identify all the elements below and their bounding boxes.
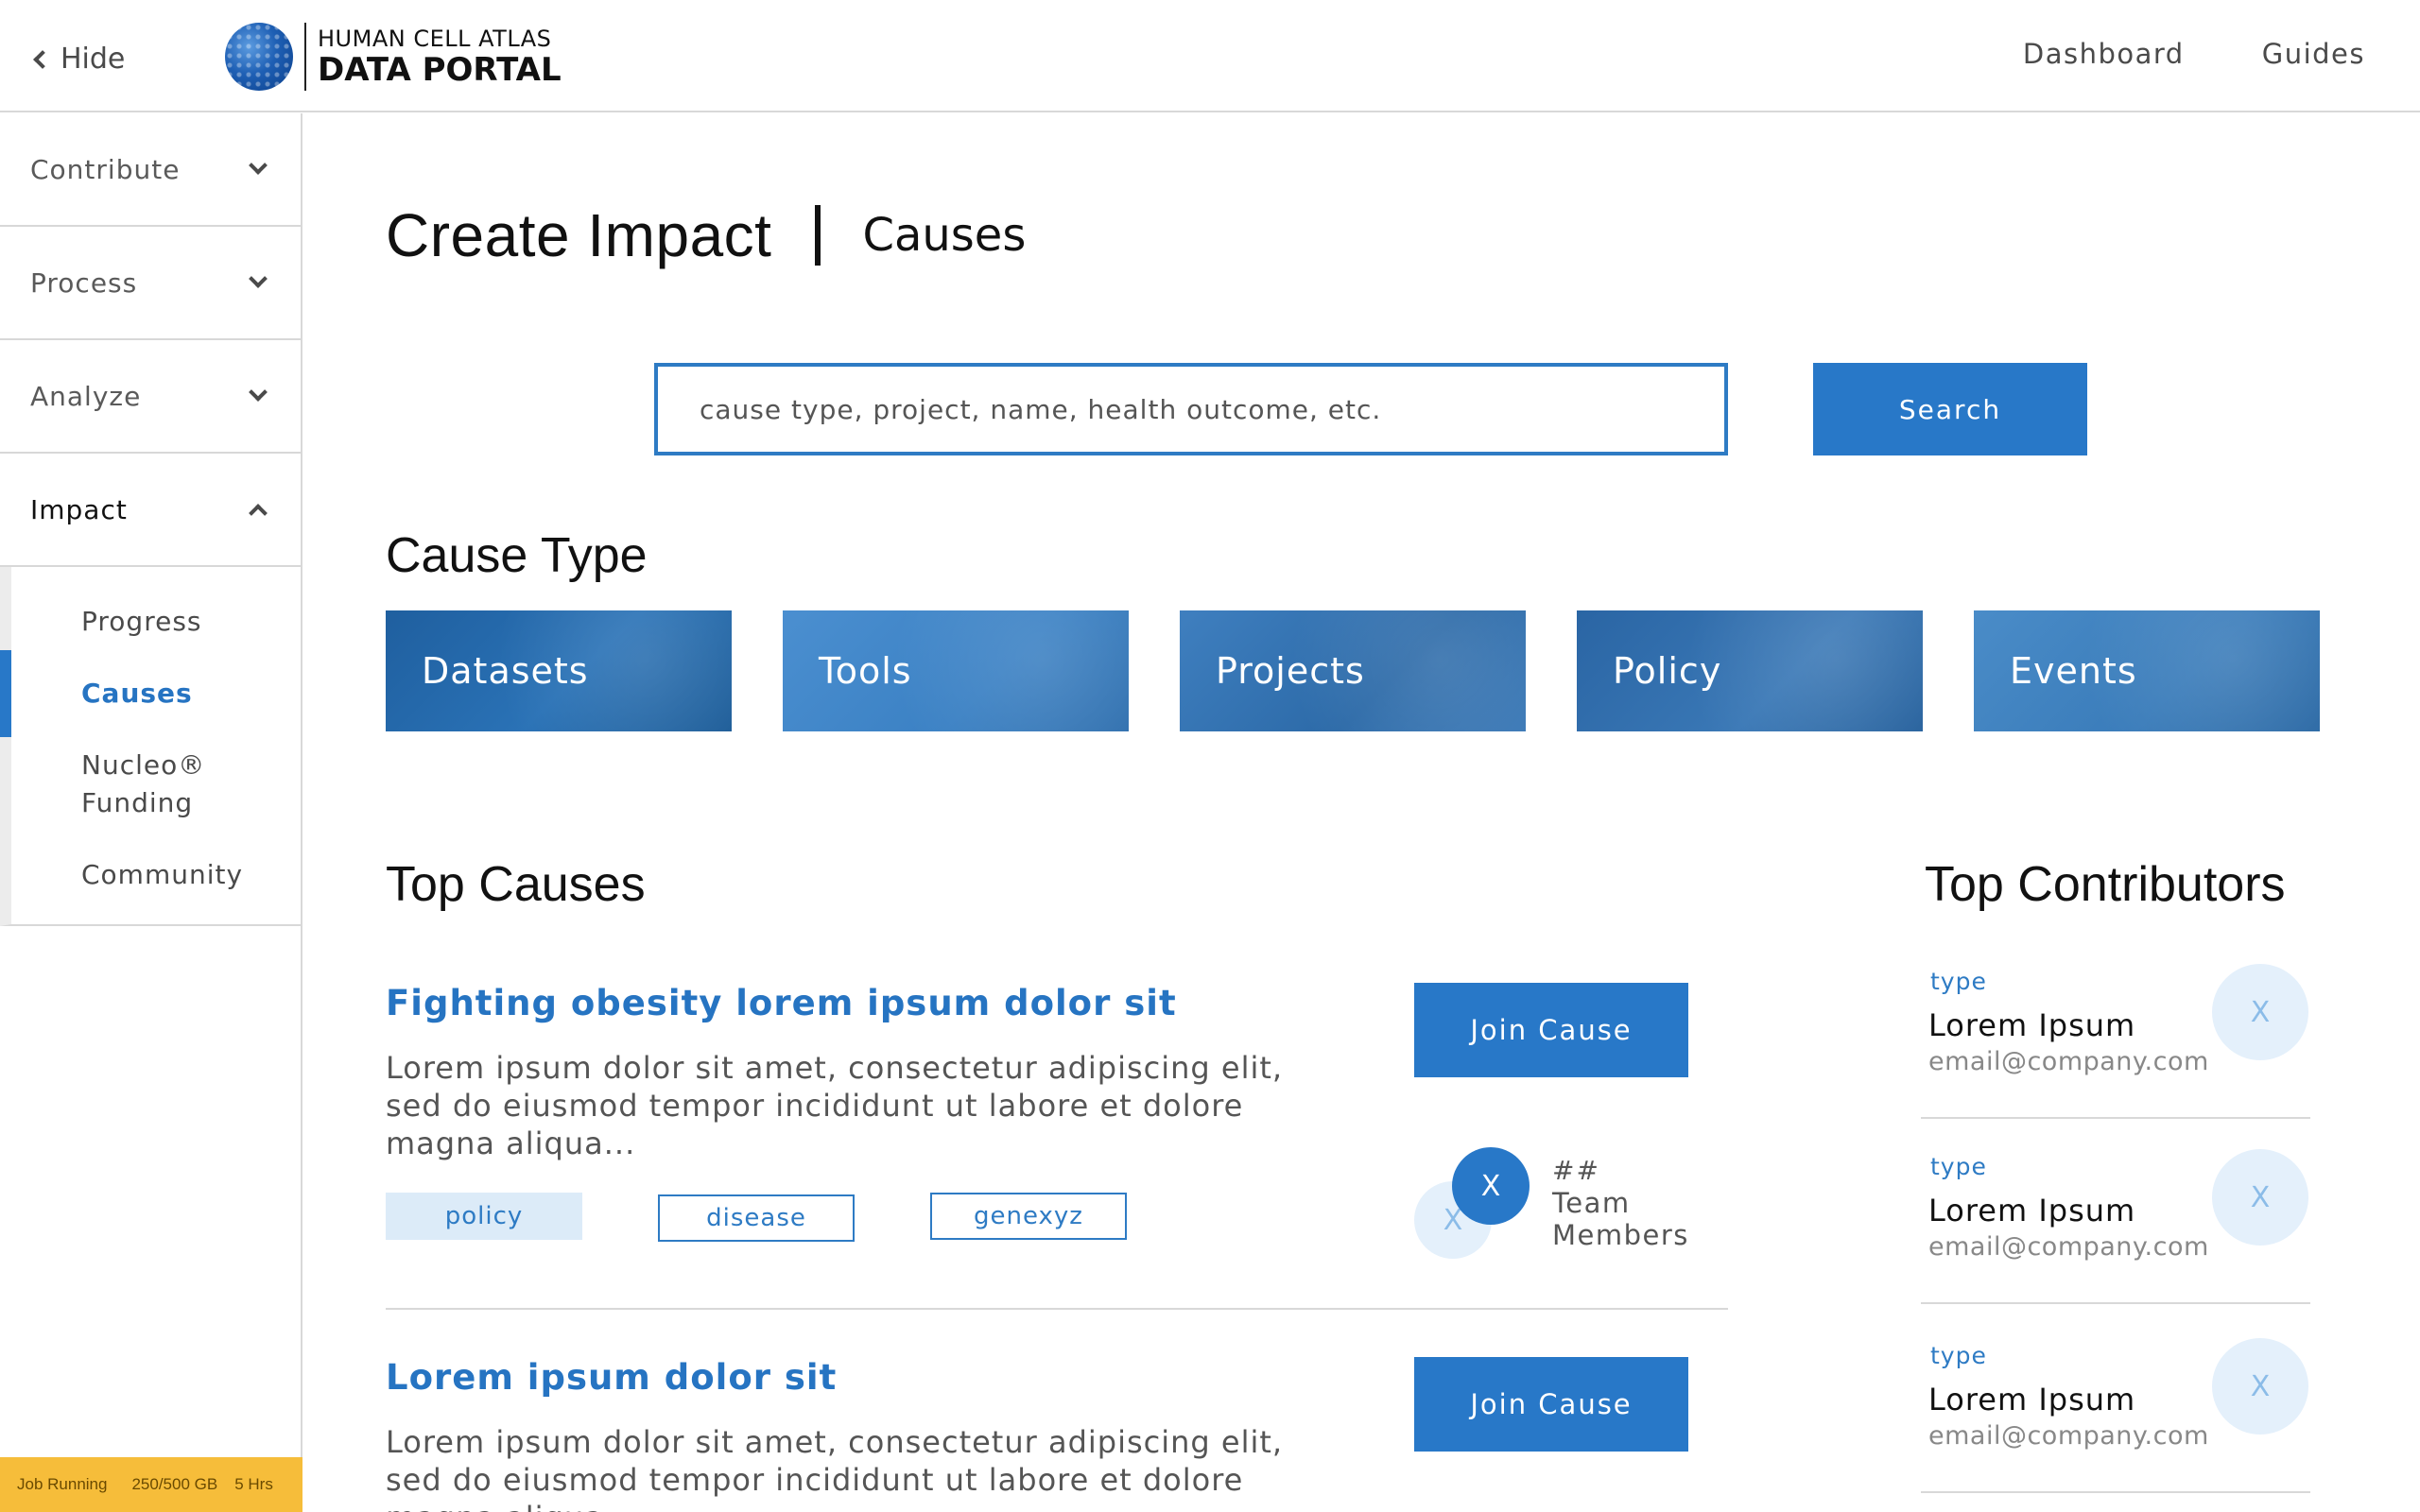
contributor-type: type [1930, 968, 1987, 995]
logo-text: HUMAN CELL ATLAS DATA PORTAL [318, 27, 562, 86]
tile-events[interactable]: Events [1974, 610, 2320, 731]
contributor-avatar[interactable]: X [2212, 1338, 2308, 1435]
contributor-divider [1921, 1302, 2310, 1304]
cause-title[interactable]: Lorem ipsum dolor sit [386, 1357, 837, 1398]
sidebar-item-contribute[interactable]: Contribute [0, 113, 301, 227]
tile-policy[interactable]: Policy [1577, 610, 1923, 731]
subnav-item-community[interactable]: Community [81, 856, 243, 894]
page-title-main: Create Impact [386, 201, 772, 269]
impact-subnav: Progress Causes Nucleo® Funding Communit… [0, 567, 301, 926]
cause-type-tiles: Datasets Tools Projects Policy Events [386, 610, 2320, 731]
cause-description-line: sed do eiusmod tempor incididunt ut labo… [386, 1088, 1244, 1124]
team-label-line: Members [1552, 1219, 1689, 1251]
cause-description: Lorem ipsum dolor sit amet, consectetur … [386, 1049, 1331, 1162]
chevron-down-icon [249, 156, 268, 175]
join-cause-button[interactable]: Join Cause [1414, 983, 1688, 1077]
sidebar-item-label: Impact [30, 493, 128, 525]
sidebar-item-impact[interactable]: Impact [0, 454, 301, 567]
contributor-email[interactable]: email@company.com [1928, 1232, 2209, 1262]
top-nav: Dashboard Guides [2023, 38, 2365, 70]
contributor-avatar[interactable]: X [2212, 1149, 2308, 1246]
subnav-item-progress[interactable]: Progress [81, 603, 202, 641]
tile-projects[interactable]: Projects [1180, 610, 1526, 731]
job-storage: 250/500 GB [131, 1475, 218, 1493]
tile-label: Events [2010, 650, 2137, 692]
chevron-up-icon [249, 504, 268, 523]
cause-description-line: magna aliqua... [386, 1125, 636, 1161]
tag-genexyz[interactable]: genexyz [930, 1193, 1127, 1240]
contributor-email[interactable]: email@company.com [1928, 1047, 2209, 1076]
top-header: Hide HUMAN CELL ATLAS DATA PORTAL Dashbo… [0, 0, 2420, 112]
tile-label: Policy [1613, 650, 1722, 692]
job-status-bar[interactable]: Job Running 250/500 GB 5 Hrs [0, 1457, 302, 1512]
cell-globe-icon [225, 23, 293, 91]
logo-line1: HUMAN CELL ATLAS [318, 26, 552, 52]
team-members-label: Team Members [1552, 1187, 1689, 1251]
cause-type-heading: Cause Type [386, 528, 648, 583]
job-time: 5 Hrs [234, 1475, 273, 1493]
sidebar-item-label: Analyze [30, 380, 142, 412]
contributor-name[interactable]: Lorem Ipsum [1928, 1193, 2135, 1228]
cause-description-line: Lorem ipsum dolor sit amet, consectetur … [386, 1424, 1284, 1460]
active-indicator [0, 650, 11, 737]
contributor-name[interactable]: Lorem Ipsum [1928, 1382, 2135, 1418]
team-avatar[interactable]: X [1452, 1147, 1530, 1225]
nav-dashboard-link[interactable]: Dashboard [2023, 38, 2185, 70]
search-button[interactable]: Search [1813, 363, 2087, 455]
job-status-label: Job Running [17, 1475, 108, 1493]
subnav-item-nucleo-funding[interactable]: Nucleo® Funding [81, 747, 251, 822]
contributor-type: type [1930, 1342, 1987, 1369]
top-causes-heading: Top Causes [386, 857, 646, 912]
page-subtitle: Causes [862, 209, 1027, 262]
top-contributors-heading: Top Contributors [1925, 857, 2286, 912]
chevron-down-icon [249, 269, 268, 288]
subnav-item-causes[interactable]: Causes [81, 675, 193, 713]
cause-description-line: Lorem ipsum dolor sit amet, consectetur … [386, 1050, 1284, 1086]
sidebar-item-label: Contribute [30, 153, 181, 185]
tile-label: Datasets [422, 650, 589, 692]
sidebar-item-process[interactable]: Process [0, 227, 301, 340]
cause-divider [386, 1308, 1728, 1310]
sidebar-item-label: Process [30, 266, 138, 299]
sidebar-item-analyze[interactable]: Analyze [0, 340, 301, 454]
tile-label: Projects [1216, 650, 1365, 692]
logo-line2: DATA PORTAL [318, 51, 562, 89]
tag-disease[interactable]: disease [658, 1194, 855, 1242]
join-cause-button[interactable]: Join Cause [1414, 1357, 1688, 1452]
tag-policy[interactable]: policy [386, 1193, 582, 1240]
contributor-divider [1921, 1117, 2310, 1119]
chevron-down-icon [249, 383, 268, 402]
contributor-email[interactable]: email@company.com [1928, 1421, 2209, 1451]
cause-description-line: magna aliqua... [386, 1499, 1331, 1512]
tile-datasets[interactable]: Datasets [386, 610, 732, 731]
search-input[interactable] [654, 363, 1728, 455]
team-member-count: ## [1552, 1155, 1600, 1186]
cause-description: Lorem ipsum dolor sit amet, consectetur … [386, 1423, 1331, 1512]
contributor-divider [1921, 1491, 2310, 1493]
team-label-line: Team [1552, 1187, 1631, 1219]
cause-description-line: sed do eiusmod tempor incididunt ut labo… [386, 1462, 1244, 1498]
logo-divider [304, 23, 306, 91]
chevron-left-icon [33, 50, 52, 69]
contributor-avatar[interactable]: X [2212, 964, 2308, 1060]
sidebar: Contribute Process Analyze Impact Progre… [0, 113, 302, 1512]
portal-logo[interactable]: HUMAN CELL ATLAS DATA PORTAL [225, 23, 562, 91]
tile-label: Tools [819, 650, 912, 692]
contributor-name[interactable]: Lorem Ipsum [1928, 1007, 2135, 1043]
title-separator [815, 205, 821, 266]
page-title: Create Impact Causes [386, 200, 1026, 270]
hide-label: Hide [60, 42, 126, 76]
tile-tools[interactable]: Tools [783, 610, 1129, 731]
hide-sidebar-button[interactable]: Hide [33, 38, 126, 79]
nav-guides-link[interactable]: Guides [2262, 38, 2365, 70]
cause-title[interactable]: Fighting obesity lorem ipsum dolor sit [386, 983, 1177, 1023]
contributor-type: type [1930, 1153, 1987, 1180]
